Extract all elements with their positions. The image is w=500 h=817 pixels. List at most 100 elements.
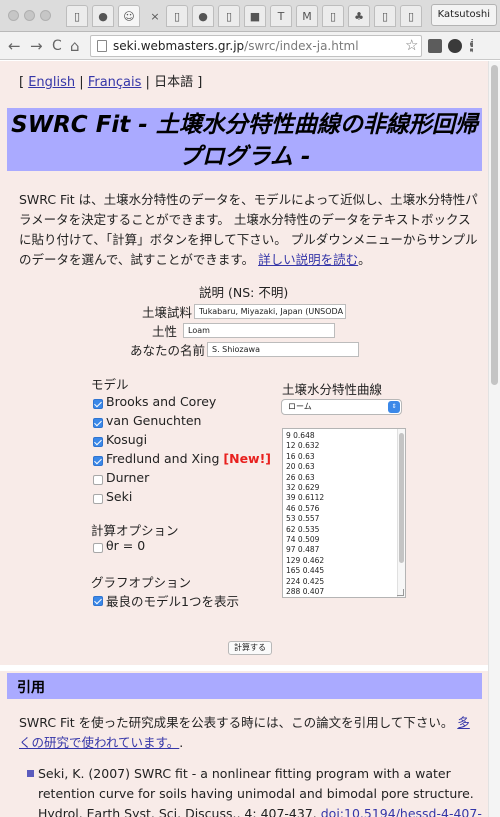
swrc-data-textarea[interactable]: 9 0.648 12 0.632 16 0.63 20 0.63 26 0.63 32 0… [282, 428, 406, 598]
extension-icon: ■ [249, 9, 261, 23]
browser-tab[interactable]: ▯ [166, 5, 188, 27]
link-francais[interactable]: Français [88, 75, 142, 90]
page-icon: ▯ [329, 9, 337, 23]
textarea-scrollbar[interactable] [397, 429, 405, 597]
page-icon: ▯ [173, 9, 181, 23]
page-icon: ▯ [73, 9, 81, 23]
url-host: seki.webmasters.gr.jp [113, 39, 245, 53]
home-icon[interactable]: ⌂ [70, 37, 80, 55]
best-model-checkbox[interactable] [93, 596, 103, 606]
select-arrows-icon: ⇕ [388, 401, 400, 413]
data-line: 74 0.509 [286, 535, 320, 545]
model-name: Seki [106, 489, 133, 504]
citation-heading: 引用 [17, 680, 45, 696]
model-label: Brooks and Corey [106, 394, 216, 409]
data-line: 16 0.63 [286, 451, 315, 461]
browser-tab[interactable]: T [270, 5, 292, 27]
model-label: Seki [106, 489, 132, 504]
link-english[interactable]: English [28, 75, 75, 90]
description-label: 説明 (NS: 不明) [199, 285, 289, 300]
page-icon: ▯ [225, 9, 233, 23]
browser-tab[interactable]: ▯ [66, 5, 88, 27]
soil-sample-label: 土壌試料 [142, 305, 193, 320]
textarea-scroll-thumb[interactable] [399, 433, 404, 563]
close-window-button[interactable] [8, 10, 19, 21]
calc-options-heading: 計算オプション [91, 523, 179, 538]
citation-heading-bar: 引用 [7, 673, 482, 699]
data-line: 288 0.407 [286, 587, 325, 597]
menu-icon[interactable] [470, 39, 474, 53]
qr-code-icon[interactable] [428, 39, 442, 53]
forward-icon[interactable]: → [30, 37, 43, 55]
language-switcher: [ English | Français | 日本語 ] [19, 75, 203, 90]
your-name-input[interactable]: S. Shiozawa [207, 342, 359, 357]
model-checkbox[interactable] [93, 456, 103, 466]
graph-options-heading: グラフオプション [91, 575, 192, 590]
bookmark-star-icon[interactable]: ☆ [405, 36, 418, 54]
data-line: 39 0.6112 [286, 493, 325, 503]
model-name: Fredlund and Xing [106, 451, 220, 466]
resize-grip-icon[interactable] [397, 589, 404, 596]
smiley-icon: ☺ [123, 9, 135, 23]
page-viewport: [ English | Français | 日本語 ] SWRC Fit - … [0, 61, 500, 817]
page-scroll-thumb[interactable] [491, 65, 498, 385]
page-title-banner: SWRC Fit - 土壌水分特性曲線の非線形回帰 プログラム - [7, 108, 482, 171]
model-label: van Genuchten [106, 413, 201, 428]
model-heading: モデル [91, 377, 129, 392]
browser-tab[interactable]: ♣ [348, 5, 370, 27]
model-checkbox[interactable] [93, 494, 103, 504]
url-path: /swrc/index-ja.html [244, 39, 359, 53]
intro-paragraph: SWRC Fit は、土壌水分特性のデータを、モデルによって近似し、土壌水分特性… [19, 192, 478, 267]
browser-tab[interactable]: ▯ [400, 5, 422, 27]
calculate-button[interactable]: 計算する [228, 641, 272, 655]
browser-tab[interactable]: ▯ [218, 5, 240, 27]
model-name: Kosugi [106, 432, 148, 447]
back-icon[interactable]: ← [8, 37, 21, 55]
data-line: 97 0.487 [286, 545, 320, 555]
browser-tab[interactable]: ● [192, 5, 214, 27]
page-scrollbar[interactable] [488, 61, 500, 817]
data-line: 62 0.535 [286, 524, 320, 534]
browser-tab[interactable]: M [296, 5, 318, 27]
close-tab-icon[interactable]: × [144, 5, 166, 27]
page-icon [97, 40, 107, 52]
theta-r-label: θr = 0 [106, 538, 146, 553]
evernote-icon[interactable] [448, 39, 462, 53]
sample-data-select[interactable]: ローム ⇕ [281, 399, 402, 415]
soil-texture-input[interactable]: Loam [183, 323, 335, 338]
profile-button[interactable]: Katsutoshi [430, 4, 497, 26]
swrc-heading: 土壌水分特性曲線 [282, 382, 383, 397]
minimize-window-button[interactable] [24, 10, 35, 21]
gmail-icon: M [302, 9, 312, 23]
model-checkbox[interactable] [93, 418, 103, 428]
model-name: Durner [106, 470, 150, 485]
model-checkbox[interactable] [93, 475, 103, 485]
model-checkbox[interactable] [93, 399, 103, 409]
citation-paragraph: SWRC Fit を使った研究成果を公表する時には、この論文を引用して下さい。 … [19, 715, 470, 750]
page-icon: ▯ [407, 9, 415, 23]
model-checkbox[interactable] [93, 437, 103, 447]
data-line: 355 0.394 [286, 598, 324, 599]
page-title: SWRC Fit - 土壌水分特性曲線の非線形回帰 プログラム - [11, 112, 478, 170]
address-bar[interactable]: seki.webmasters.gr.jp/swrc/index-ja.html [90, 35, 422, 57]
model-label: Fredlund and Xing [New!] [106, 451, 271, 466]
data-line: 165 0.445 [286, 566, 325, 576]
model-name: Brooks and Corey [106, 394, 217, 409]
browser-tab[interactable]: ▯ [374, 5, 396, 27]
model-name: van Genuchten [106, 413, 202, 428]
t-icon: T [277, 9, 285, 23]
model-label: Durner [106, 470, 149, 485]
reload-icon[interactable]: C [52, 37, 62, 55]
theta-r-checkbox[interactable] [93, 543, 103, 553]
browser-tab[interactable]: ■ [244, 5, 266, 27]
browser-tab[interactable]: ▯ [322, 5, 344, 27]
browser-tab[interactable]: ☺ [118, 5, 140, 27]
zoom-window-button[interactable] [40, 10, 51, 21]
soil-sample-input[interactable]: Tukabaru, Miyazaki, Japan (UNSODA [194, 304, 346, 319]
detailed-help-link[interactable]: 詳しい説明を読む [258, 252, 358, 267]
browser-tab[interactable]: ● [92, 5, 114, 27]
data-line: 9 0.648 [286, 431, 315, 440]
model-label: Kosugi [106, 432, 147, 447]
data-line: 20 0.63 [286, 462, 315, 472]
data-line: 53 0.557 [286, 514, 320, 524]
